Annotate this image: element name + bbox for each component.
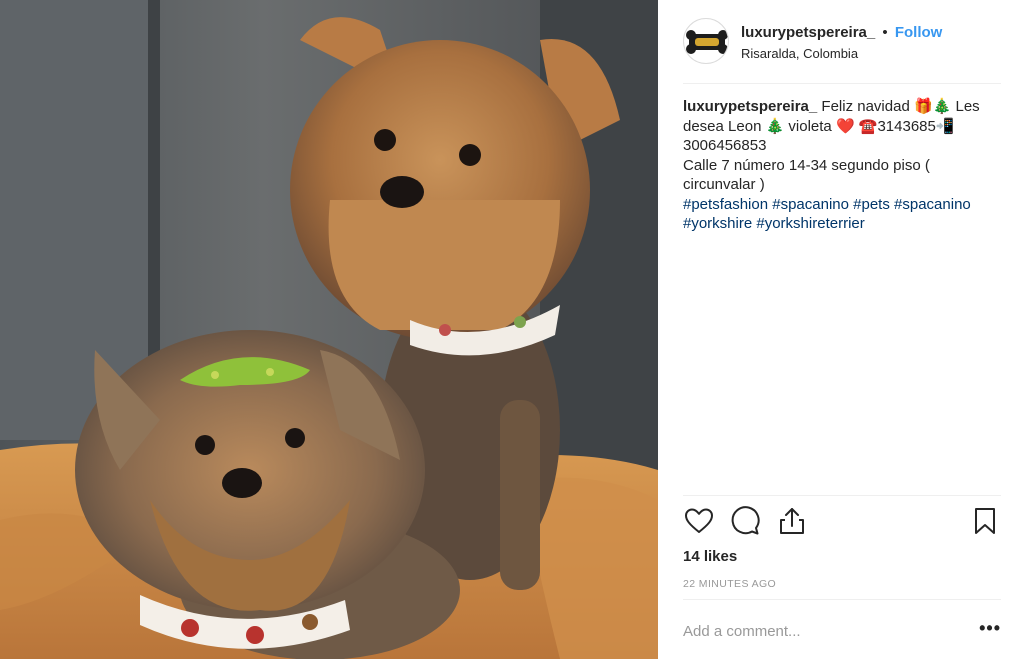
caption-text-1: Feliz navidad 🎁🎄 Les — [817, 98, 980, 115]
caption-username[interactable]: luxurypetspereira_ — [683, 98, 817, 115]
hashtag-line-2: #yorkshire #yorkshireterrier — [683, 214, 1003, 234]
caption-text-4: Calle 7 número 14-34 segundo piso ( — [683, 156, 930, 174]
caption-text-5: circunvalar ) — [683, 176, 765, 193]
yorkshire-terriers-photo — [0, 0, 658, 659]
username-link[interactable]: luxurypetspereira_ — [741, 24, 875, 41]
comment-divider — [683, 599, 1001, 600]
location-link[interactable]: Risaralda, Colombia — [741, 46, 858, 61]
save-button[interactable] — [969, 505, 1001, 537]
comment-bubble-icon — [731, 506, 760, 535]
heart-icon — [685, 508, 713, 533]
post-timestamp[interactable]: 22 MINUTES AGO — [683, 578, 776, 590]
share-icon — [780, 508, 804, 534]
hashtag-link[interactable]: #yorkshire — [683, 215, 752, 232]
share-button[interactable] — [776, 505, 808, 537]
caption-text-3: 3006456853 — [683, 137, 767, 154]
luxury-pets-logo-icon — [686, 30, 728, 54]
post-header: luxurypetspereira_ • Follow Risaralda, C… — [683, 18, 1001, 84]
hashtag-line-1: #petsfashion #spacanino #pets #spacanino — [683, 195, 1003, 215]
hashtag-link[interactable]: #spacanino — [772, 196, 849, 213]
more-options-button[interactable]: ••• — [979, 618, 1001, 639]
hashtag-link[interactable]: #spacanino — [894, 196, 971, 213]
caption-line-1: luxurypetspereira_ Feliz navidad 🎁🎄 Les — [683, 97, 1003, 117]
caption-text-2: desea Leon 🎄 violeta ❤️ ☎️3143685📲 — [683, 117, 955, 135]
hashtag-link[interactable]: #petsfashion — [683, 196, 768, 213]
comment-box: ••• — [683, 612, 1001, 652]
post-side-panel: luxurypetspereira_ • Follow Risaralda, C… — [658, 0, 1024, 659]
comment-input[interactable] — [683, 612, 953, 650]
like-button[interactable] — [683, 505, 715, 537]
separator-dot: • — [882, 24, 888, 41]
comment-button[interactable] — [729, 505, 761, 537]
hashtag-link[interactable]: #yorkshireterrier — [756, 215, 864, 232]
bookmark-icon — [975, 508, 995, 534]
follow-button[interactable]: Follow — [895, 24, 943, 41]
actions-divider — [683, 495, 1001, 496]
hashtag-link[interactable]: #pets — [853, 196, 890, 213]
likes-count[interactable]: 14 likes — [683, 548, 737, 565]
header-user-line: luxurypetspereira_ • Follow — [741, 24, 942, 41]
post-caption: luxurypetspereira_ Feliz navidad 🎁🎄 Les … — [683, 97, 1003, 234]
post-photo[interactable] — [0, 0, 658, 659]
post-actions — [683, 505, 1003, 541]
avatar[interactable] — [683, 18, 729, 64]
